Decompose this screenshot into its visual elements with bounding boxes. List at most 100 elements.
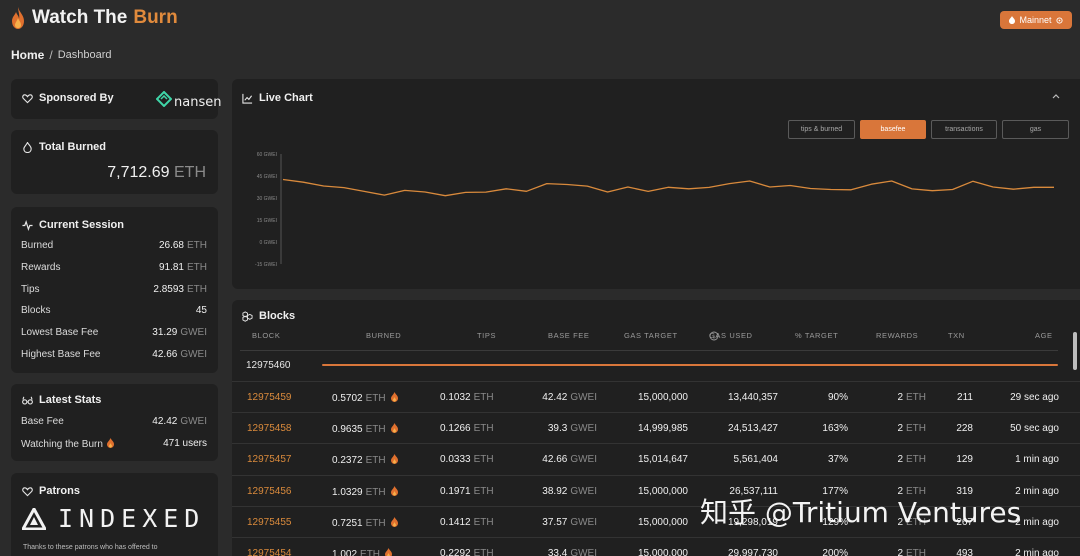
heart-icon	[22, 486, 33, 496]
y-tick-label: -15 GWEI	[255, 262, 277, 268]
series-line-basefee	[282, 178, 1054, 197]
burned-value: 0.7251	[332, 517, 363, 529]
base-fee-value: 42.42	[542, 392, 568, 403]
breadcrumb-current: Dashboard	[57, 49, 112, 61]
col-header-block: BLOCK	[252, 331, 281, 340]
col-header-gas-used-label: GAS USED	[709, 331, 753, 340]
table-row[interactable]: 12975454 1.002 ETH 0.2292 ETH 33.4 GWEI 15,000,…	[232, 537, 1080, 556]
txn-cell: 211	[957, 392, 973, 403]
total-burned-value: 7,712.69	[107, 164, 170, 181]
breadcrumb-separator: /	[49, 48, 53, 62]
network-button[interactable]: Mainnet	[1000, 11, 1072, 29]
rewards-cell: 2 ETH	[897, 423, 926, 434]
session-row-burned: Burned 26.68 ETH	[21, 235, 207, 257]
col-header-base-fee: BASE FEE	[548, 331, 590, 340]
latest-stats-title-row: Latest Stats	[22, 394, 101, 406]
tips-value: 0.1032	[440, 392, 471, 403]
gas-target-cell: 14,999,985	[637, 423, 688, 435]
stat-value: 2.8593	[153, 283, 184, 295]
flame-icon	[23, 141, 32, 153]
age-cell: 1 min ago	[1015, 454, 1059, 466]
flame-icon	[390, 485, 398, 496]
base-fee-cell: 37.57 GWEI	[542, 517, 597, 528]
tips-value: 0.1971	[440, 485, 471, 497]
unit-eth: ETH	[365, 393, 386, 404]
stat-value: 471 users	[163, 438, 207, 450]
block-number-link[interactable]: 12975455	[247, 517, 292, 528]
rewards-cell: 2 ETH	[897, 454, 926, 465]
burned-cell: 0.7251 ETH	[332, 516, 398, 529]
table-row[interactable]: 12975458 0.9635 ETH 0.1266 ETH 39.3 GWEI 14,999…	[232, 412, 1080, 443]
block-number-link[interactable]: 12975456	[247, 486, 292, 497]
breadcrumb-home[interactable]: Home	[11, 48, 44, 62]
age-cell: 2 min ago	[1015, 485, 1059, 497]
flame-icon	[385, 548, 393, 556]
tips-cell: 0.1266 ETH	[440, 423, 494, 434]
pct-target-cell: 163%	[822, 423, 848, 435]
heart-icon	[22, 93, 33, 103]
unit-eth: ETH	[365, 517, 386, 529]
watermark-text: 知乎 @Tritium Ventures	[700, 496, 1022, 529]
cubes-icon	[242, 310, 253, 322]
stat-label: Blocks	[21, 305, 51, 317]
burned-value: 1.002	[332, 549, 358, 556]
base-fee-cell: 38.92 GWEI	[542, 486, 597, 497]
session-row-blocks: Blocks 45	[21, 300, 207, 322]
txn-cell: 129	[956, 454, 973, 466]
block-number-link[interactable]: 12975458	[247, 423, 292, 434]
block-number-link[interactable]: 12975459	[247, 392, 292, 403]
unit-gwei: GWEI	[570, 392, 597, 403]
stat-label: Tips	[21, 283, 40, 295]
patrons-title: Patrons	[39, 485, 80, 497]
blocks-scrollbar[interactable]	[1073, 332, 1077, 370]
flame-icon	[390, 454, 398, 465]
block-number-link[interactable]: 12975457	[247, 454, 292, 465]
stat-unit: GWEI	[180, 327, 207, 339]
col-header-rewards: REWARDS	[876, 331, 919, 340]
col-header-gas-target: GAS TARGET	[624, 331, 678, 340]
rewards-cell: 2 ETH	[897, 392, 926, 403]
session-row-rewards: Rewards 91.81 ETH	[21, 257, 207, 279]
y-tick-label: 15 GWEI	[257, 218, 277, 224]
patrons-note: Thanks to these patrons who has offered …	[23, 544, 158, 551]
total-burned-title: Total Burned	[39, 141, 107, 153]
stat-label: Lowest Base Fee	[21, 327, 99, 339]
session-stats-list: Burned 26.68 ETH Rewards 91.81 ETH Tips 2.859…	[21, 235, 207, 365]
top-bar: Watch The Burn Mainnet	[0, 0, 1080, 40]
base-fee-cell: 42.66 GWEI	[542, 454, 597, 465]
y-tick-label: 45 GWEI	[257, 174, 277, 180]
pct-target-cell: 37%	[827, 454, 848, 466]
burned-value: 1.0329	[332, 486, 363, 498]
block-number-link[interactable]: 12975454	[247, 548, 292, 556]
app-title: Watch The	[32, 7, 128, 28]
table-divider	[240, 350, 1058, 351]
app-title-accent: Burn	[133, 7, 178, 28]
table-row[interactable]: 12975457 0.2372 ETH 0.0333 ETH 42.66 GWEI 15,01…	[232, 443, 1080, 474]
live-chart-card: Live Chart tips & burned basefee transac…	[232, 79, 1080, 289]
tips-cell: 0.2292 ETH	[440, 548, 494, 556]
gas-used-cell: 24,513,427	[727, 423, 778, 435]
unit-eth: ETH	[473, 485, 494, 497]
table-row[interactable]: 12975459 0.5702 ETH 0.1032 ETH 42.42 GWEI 15,00…	[232, 381, 1080, 412]
app-logo[interactable]: Watch The Burn	[10, 6, 178, 30]
indexed-logo[interactable]: INDEXED	[22, 504, 205, 533]
nansen-logo[interactable]: nansen	[156, 87, 221, 110]
y-tick-label: 0 GWEI	[259, 240, 277, 246]
flame-icon	[12, 7, 24, 29]
pending-block-number: 12975460	[246, 360, 291, 371]
session-row-highest-base-fee: Highest Base Fee 42.66 GWEI	[21, 343, 207, 365]
nansen-logo-icon	[156, 90, 172, 107]
base-fee-value: 33.4	[547, 548, 568, 556]
unit-eth: ETH	[365, 486, 386, 498]
patrons-card: Patrons INDEXED Thanks to these patrons …	[11, 473, 218, 556]
session-row-lowest-base-fee: Lowest Base Fee 31.29 GWEI	[21, 322, 207, 344]
stat-unit: ETH	[187, 240, 207, 252]
stat-label: Base Fee	[21, 416, 64, 428]
tips-value: 0.2292	[440, 548, 471, 556]
current-session-title-row: Current Session	[22, 219, 124, 231]
base-fee-value: 37.57	[542, 516, 568, 528]
tips-cell: 0.1032 ETH	[440, 392, 494, 403]
stat-label: Watching the Burn	[21, 438, 103, 450]
base-fee-value: 42.66	[542, 454, 568, 466]
burned-cell: 1.0329 ETH	[332, 485, 398, 498]
